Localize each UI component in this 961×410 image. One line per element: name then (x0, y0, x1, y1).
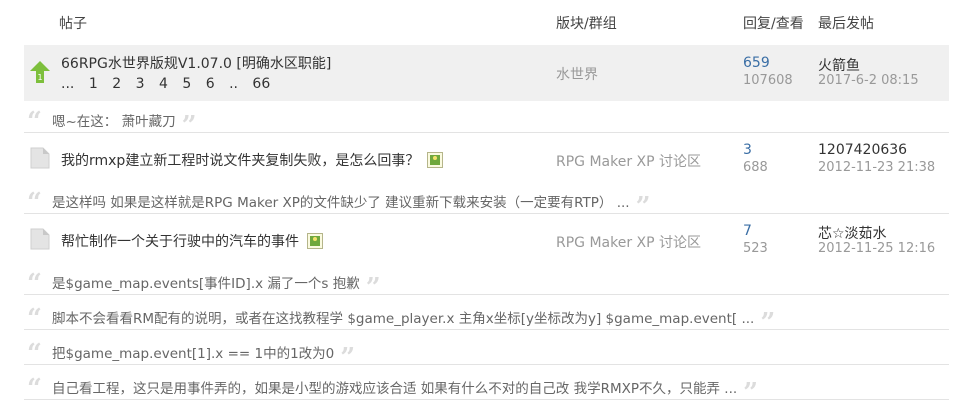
page-link[interactable]: 5 (182, 76, 191, 92)
arrow-up-icon: 1 (30, 61, 50, 83)
last-post-user[interactable]: 火箭鱼 (818, 55, 860, 75)
quote-preview: “ 把$game_map.event[1].x == 1中的1改为0” (24, 338, 949, 371)
page-link[interactable]: 2 (112, 76, 121, 92)
thread-title[interactable]: 我的rmxp建立新工程时说文件夹复制失败，是怎么回事？ (61, 150, 444, 170)
page-links: ... 1 2 3 4 5 6 .. 66 (61, 76, 280, 92)
col-forum-header: 版块/群组 (556, 16, 617, 32)
quote-open-icon: “ (27, 374, 42, 404)
thread-row[interactable]: 我的rmxp建立新工程时说文件夹复制失败，是怎么回事？ RPG Maker XP… (24, 135, 949, 189)
image-attachment-icon (307, 233, 323, 249)
col-replies-header: 回复/查看 (743, 16, 804, 32)
quote-preview: “ 是$game_map.events[事件ID].x 漏了一个s 抱歉” (24, 268, 949, 301)
sticky-thread-row[interactable]: 1 66RPG水世界版规V1.07.0 [明确水区职能] ... 1 2 3 4… (24, 45, 949, 101)
quote-text: 自己看工程，这只是用事件弄的，如果是小型的游戏应该合适 如果有什么不对的自己改 … (52, 378, 759, 408)
reply-count[interactable]: 7 (743, 223, 752, 239)
quote-close-icon: ” (743, 378, 759, 408)
forum-link[interactable]: RPG Maker XP 讨论区 (556, 232, 701, 252)
view-count: 688 (743, 160, 768, 175)
quote-preview: “ 脚本不会看看RM配有的说明，或者在这找教程学 $game_player.x … (24, 303, 949, 336)
last-post-time[interactable]: 2012-11-25 12:16 (818, 241, 935, 256)
quote-open-icon: “ (27, 339, 42, 369)
page-ellipsis: ... (61, 76, 75, 92)
image-attachment-icon (427, 152, 444, 168)
thread-title[interactable]: 帮忙制作一个关于行驶中的汽车的事件 (61, 231, 323, 251)
page-link[interactable]: 1 (89, 76, 98, 92)
reply-count[interactable]: 659 (743, 55, 770, 71)
quote-text: 脚本不会看看RM配有的说明，或者在这找教程学 $game_player.x 主角… (52, 308, 776, 338)
view-count: 107608 (743, 73, 793, 88)
quote-open-icon: “ (27, 107, 42, 137)
forum-link[interactable]: 水世界 (556, 64, 598, 84)
document-icon (30, 147, 50, 169)
last-post-time[interactable]: 2017-6-2 08:15 (818, 73, 919, 88)
page-link[interactable]: 66 (252, 76, 270, 92)
thread-title-link[interactable]: 帮忙制作一个关于行驶中的汽车的事件 (61, 234, 299, 250)
view-count: 523 (743, 241, 768, 256)
quote-text: 是$game_map.events[事件ID].x 漏了一个s 抱歉” (52, 273, 381, 303)
page-ellipsis: .. (229, 76, 238, 92)
sticky-icon-number: 1 (37, 73, 42, 82)
page-link[interactable]: 4 (159, 76, 168, 92)
thread-title-link[interactable]: 66RPG水世界版规V1.07.0 [明确水区职能] (61, 53, 331, 73)
quote-text: 把$game_map.event[1].x == 1中的1改为0” (52, 343, 356, 373)
quote-close-icon: ” (365, 273, 381, 303)
col-lastpost-header: 最后发帖 (818, 16, 874, 32)
last-post-user[interactable]: 芯☆淡茹水 (818, 223, 887, 243)
reply-count[interactable]: 3 (743, 142, 752, 158)
thread-row[interactable]: 帮忙制作一个关于行驶中的汽车的事件 RPG Maker XP 讨论区 7 523… (24, 216, 949, 270)
quote-open-icon: “ (27, 304, 42, 334)
col-topic-header: 帖子 (59, 16, 87, 32)
last-post-user[interactable]: 1207420636 (818, 142, 907, 158)
page-link[interactable]: 3 (136, 76, 145, 92)
forum-link[interactable]: RPG Maker XP 讨论区 (556, 151, 701, 171)
quote-preview: “ 是这样吗 如果是这样就是RPG Maker XP的文件缺少了 建议重新下载来… (24, 187, 949, 220)
thread-title-link[interactable]: 我的rmxp建立新工程时说文件夹复制失败，是怎么回事？ (61, 153, 419, 169)
quote-open-icon: “ (27, 269, 42, 299)
quote-close-icon: ” (760, 308, 776, 338)
document-icon (30, 228, 50, 250)
quote-preview: “ 自己看工程，这只是用事件弄的，如果是小型的游戏应该合适 如果有什么不对的自己… (24, 373, 949, 406)
quote-preview: “ 嗯~在这： 萧叶藏刀” (24, 106, 949, 139)
quote-close-icon: ” (340, 343, 356, 373)
thread-list-header: 帖子 版块/群组 回复/查看 最后发帖 (0, 0, 961, 44)
quote-open-icon: “ (27, 188, 42, 218)
page-link[interactable]: 6 (206, 76, 215, 92)
last-post-time[interactable]: 2012-11-23 21:38 (818, 160, 935, 175)
